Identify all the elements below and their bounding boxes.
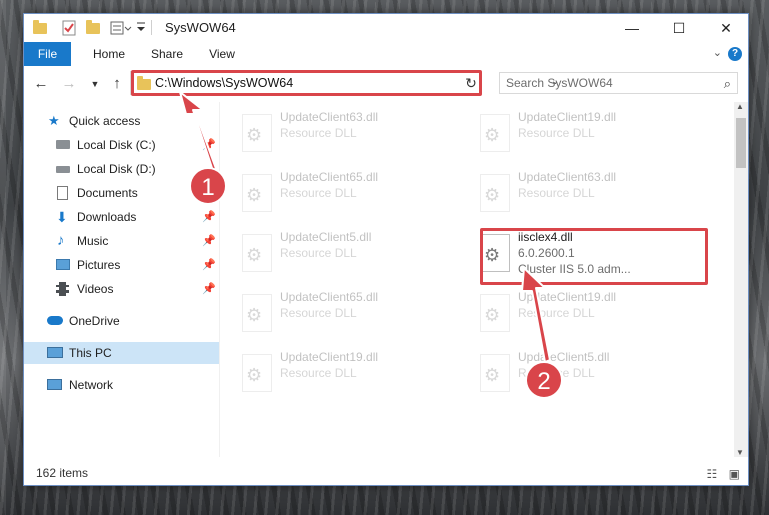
annotation-arrows — [179, 91, 551, 363]
arrow-to-file — [521, 267, 551, 363]
arrow-to-address — [179, 91, 219, 175]
step-2-badge: 2 — [525, 361, 563, 399]
step-1-badge: 1 — [189, 167, 227, 205]
